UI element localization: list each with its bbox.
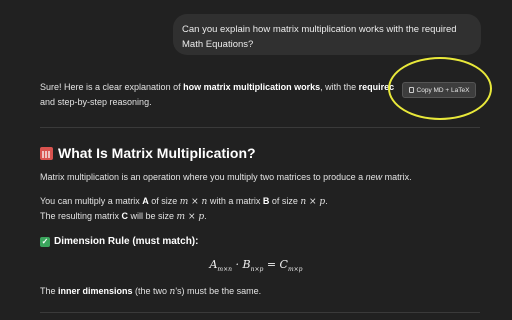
text: The resulting matrix <box>40 211 122 221</box>
size-line-b: The resulting matrix C will be size m × … <box>40 209 207 225</box>
text: with a matrix <box>207 196 263 206</box>
text: You can multiply a matrix <box>40 196 143 206</box>
definition-text: Matrix multiplication is an operation wh… <box>40 172 366 182</box>
divider <box>40 127 480 128</box>
section-heading-text: What Is Matrix Multiplication? <box>58 145 256 161</box>
rule-heading-text: Dimension Rule (must match): <box>54 236 199 247</box>
user-message-line1: Can you explain how matrix multiplicatio… <box>182 24 457 35</box>
intro-text-mid: , with the <box>320 82 359 92</box>
intro-text: Sure! Here is a clear explanation of <box>40 82 184 92</box>
formula-a-sub: m×n <box>217 266 232 274</box>
check-mark-icon: ✓ <box>40 236 50 247</box>
text: (the two <box>132 286 170 296</box>
calendar-icon <box>40 146 53 160</box>
text: 's) must be the same. <box>175 286 262 296</box>
math: n × p <box>300 197 326 207</box>
text: . <box>204 211 207 221</box>
formula-dot: · <box>232 258 243 271</box>
text: . <box>325 196 328 206</box>
inner-dimension-note: The inner dimensions (the two n's) must … <box>40 284 261 300</box>
definition-paragraph: Matrix multiplication is an operation wh… <box>40 170 412 185</box>
text: will be size <box>128 211 177 221</box>
math: m × p <box>176 212 205 222</box>
section-heading: What Is Matrix Multiplication? <box>40 145 256 161</box>
text: of size <box>269 196 301 206</box>
rule-heading: ✓ Dimension Rule (must match): <box>40 236 198 247</box>
intro-bold: how matrix multiplication works <box>183 82 321 92</box>
user-message-bubble: Can you explain how matrix multiplicatio… <box>173 14 481 55</box>
formula-c-sub: m×p <box>287 266 303 274</box>
user-message-line2: Math Equations? <box>182 39 254 50</box>
note-bold: inner dimensions <box>58 286 133 296</box>
size-line-a: You can multiply a matrix A of size m × … <box>40 194 328 210</box>
dimension-formula: Am×n · Bn×p = Cm×p <box>0 258 512 273</box>
formula-b-sub: n×p <box>250 266 264 274</box>
formula-c: C <box>279 258 288 271</box>
text: of size <box>148 196 180 206</box>
divider-bottom <box>40 312 480 313</box>
text: The <box>40 286 59 296</box>
definition-em: new <box>365 172 383 182</box>
highlight-annotation <box>388 57 492 120</box>
definition-text-end: matrix. <box>382 172 412 182</box>
formula-eq: = <box>263 258 280 271</box>
math: m × n <box>179 197 208 207</box>
formula-b: B <box>242 258 251 271</box>
